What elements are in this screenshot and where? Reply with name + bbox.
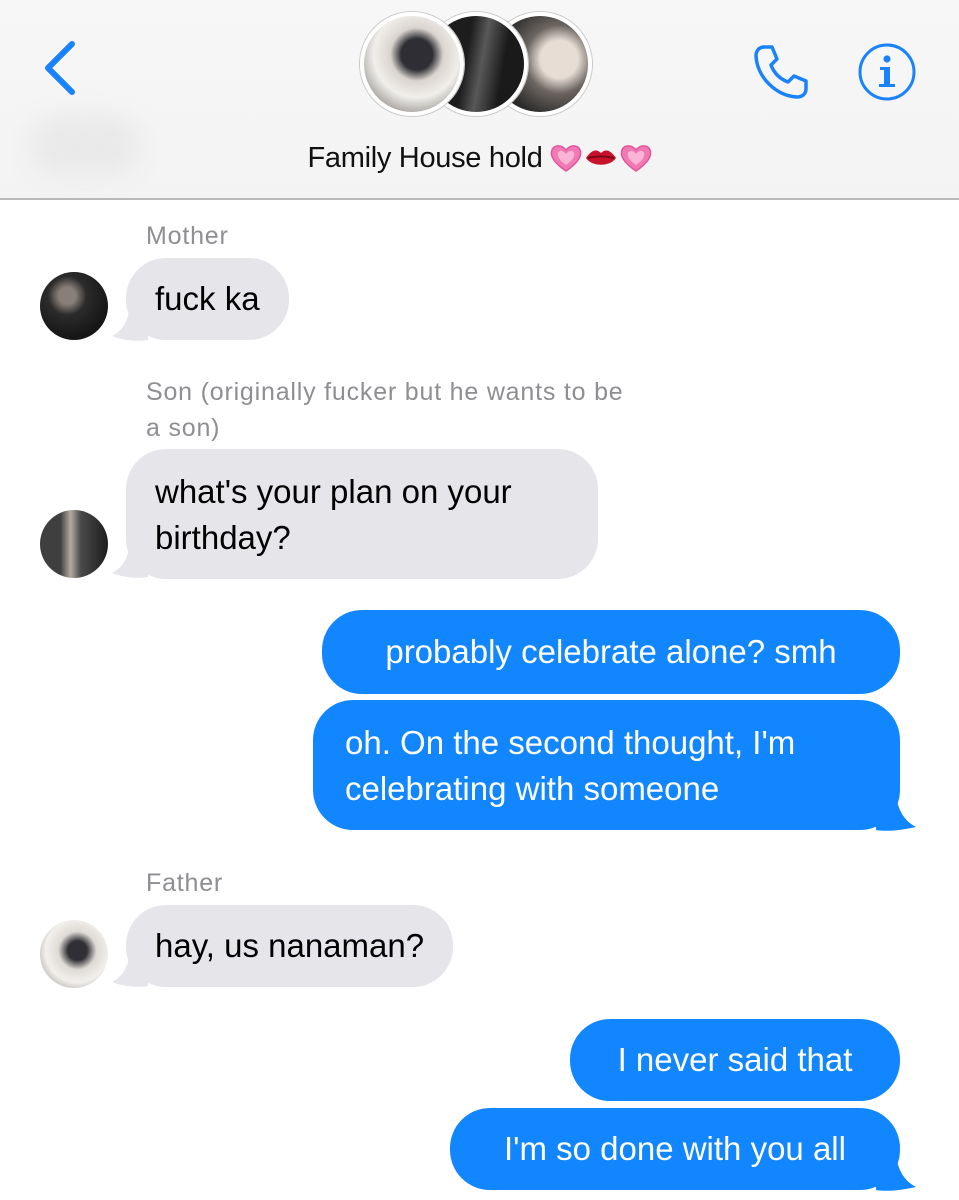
back-button[interactable]	[30, 36, 90, 100]
avatar-father[interactable]	[40, 920, 108, 988]
group-member-avatar	[360, 12, 464, 116]
message-line: what's your plan on your	[155, 473, 512, 510]
message-bubble-incoming[interactable]: what's your plan on your birthday?	[126, 449, 598, 579]
group-title-text: Family House hold	[307, 141, 543, 174]
title-emojis	[549, 142, 653, 174]
avatar-son[interactable]	[40, 510, 108, 578]
avatar-mother[interactable]	[40, 272, 108, 340]
message-bubble-outgoing[interactable]: probably celebrate alone? smh	[322, 610, 900, 694]
message-bubble-outgoing[interactable]: I'm so done with you all	[450, 1108, 900, 1190]
header-blur	[30, 115, 140, 175]
message-bubble-outgoing[interactable]: oh. On the second thought, I'm celebrati…	[313, 700, 900, 830]
message-line: oh. On the second thought, I'm	[345, 724, 796, 761]
chevron-left-icon	[45, 41, 75, 95]
message-bubble-outgoing[interactable]: I never said that	[570, 1019, 900, 1101]
info-button[interactable]	[855, 40, 919, 104]
heart-emoji	[620, 145, 651, 172]
sender-label-father: Father	[146, 869, 224, 897]
chat-header: Family House hold	[0, 0, 959, 200]
sender-label-mother: Mother	[146, 222, 229, 250]
group-avatar-stack[interactable]	[358, 8, 598, 120]
call-button[interactable]	[745, 36, 817, 108]
group-title[interactable]: Family House hold	[250, 138, 710, 178]
sender-label-line: a son)	[146, 414, 221, 442]
message-line: celebrating with someone	[345, 770, 720, 807]
message-line: birthday?	[155, 519, 291, 556]
sender-label-line: Son (originally fucker but he wants to b…	[146, 378, 624, 406]
lips-emoji	[585, 150, 616, 165]
info-icon	[858, 43, 916, 101]
phone-icon	[754, 45, 808, 99]
sender-label-son: Son (originally fucker but he wants to b…	[146, 374, 766, 446]
message-bubble-incoming[interactable]: fuck ka	[126, 258, 289, 340]
heart-emoji	[550, 145, 581, 172]
message-bubble-incoming[interactable]: hay, us nanaman?	[126, 905, 454, 987]
